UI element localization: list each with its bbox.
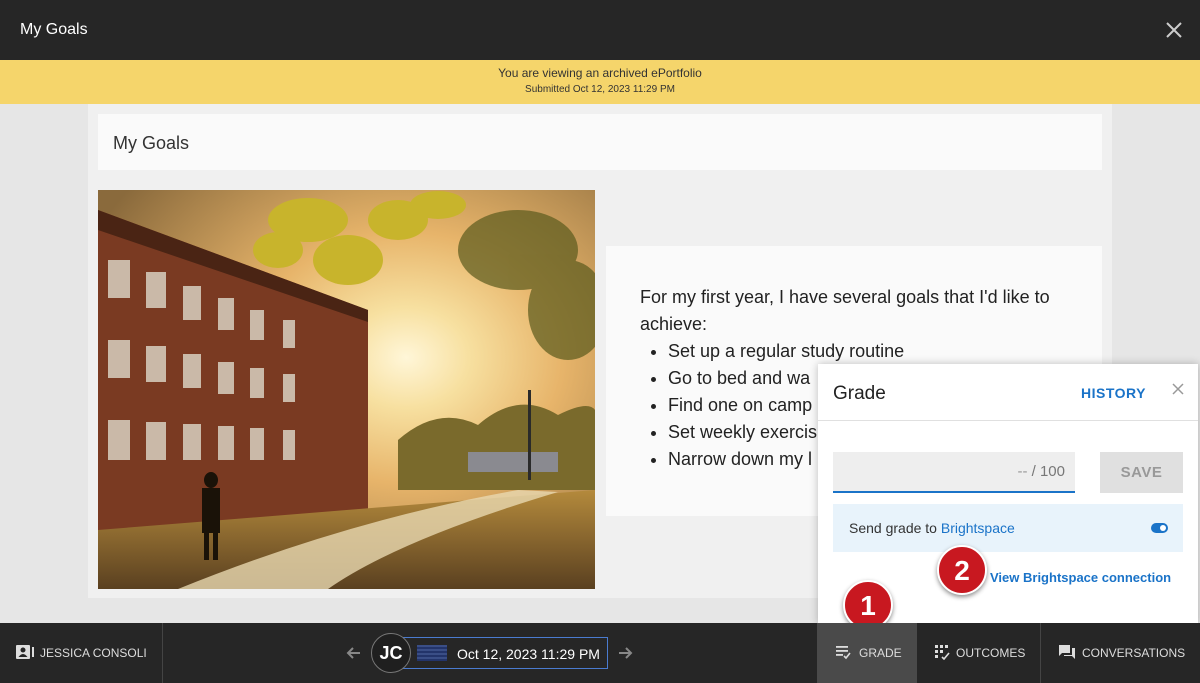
send-grade-label: Send grade to Brightspace	[849, 520, 1015, 536]
outcomes-grid-icon	[935, 645, 950, 660]
window-title: My Goals	[20, 21, 88, 38]
grade-panel-title: Grade	[833, 383, 886, 404]
grade-list-icon	[836, 646, 851, 660]
tab-grade[interactable]: GRADE	[817, 623, 917, 683]
arrow-right-icon[interactable]	[616, 644, 634, 662]
submission-date: Oct 12, 2023 11:29 PM	[457, 646, 600, 662]
close-icon[interactable]	[1170, 381, 1186, 397]
thumbnail-swatch	[417, 645, 447, 661]
tab-grade-label: GRADE	[859, 646, 902, 660]
archive-banner: You are viewing an archived ePortfolio S…	[0, 60, 1200, 104]
tab-conversations[interactable]: CONVERSATIONS	[1041, 623, 1200, 683]
brightspace-link[interactable]: Brightspace	[941, 520, 1015, 536]
score-value: --	[1017, 463, 1028, 480]
grade-score-input[interactable]: -- / 100	[833, 452, 1075, 493]
bottom-bar: JESSICA CONSOLI Oct 12, 2023 11:29 PM JC…	[0, 623, 1200, 683]
top-bar: My Goals	[0, 0, 1200, 60]
page-title: My Goals	[113, 133, 190, 153]
student-name: JESSICA CONSOLI	[40, 646, 147, 660]
history-button[interactable]: HISTORY	[1081, 385, 1146, 401]
score-max: / 100	[1031, 463, 1065, 480]
page-title-box: My Goals	[98, 114, 1102, 170]
student-name-button[interactable]: JESSICA CONSOLI	[0, 623, 163, 683]
send-grade-toggle[interactable]	[1151, 523, 1168, 533]
tab-outcomes-label: OUTCOMES	[956, 646, 1026, 660]
send-grade-row: Send grade to Brightspace	[833, 504, 1183, 552]
callout-badge-2: 2	[937, 545, 987, 595]
submission-selector[interactable]: Oct 12, 2023 11:29 PM	[403, 637, 608, 669]
view-connection-link[interactable]: View Brightspace connection	[990, 570, 1171, 585]
arrow-left-icon[interactable]	[345, 644, 363, 662]
submitted-date: Submitted Oct 12, 2023 11:29 PM	[525, 84, 675, 95]
avatar: JC	[371, 633, 411, 673]
goals-intro: For my first year, I have several goals …	[640, 287, 1050, 334]
archive-message: You are viewing an archived ePortfolio	[498, 66, 702, 80]
list-item: Set up a regular study routine	[668, 338, 904, 365]
tab-conversations-label: CONVERSATIONS	[1082, 646, 1186, 660]
close-icon[interactable]	[1164, 20, 1184, 40]
save-button[interactable]: SAVE	[1100, 452, 1183, 493]
chat-icon	[1059, 645, 1075, 659]
tab-outcomes[interactable]: OUTCOMES	[917, 623, 1041, 683]
divider	[818, 420, 1198, 421]
campus-photo	[98, 190, 595, 589]
contact-card-icon	[16, 645, 34, 659]
